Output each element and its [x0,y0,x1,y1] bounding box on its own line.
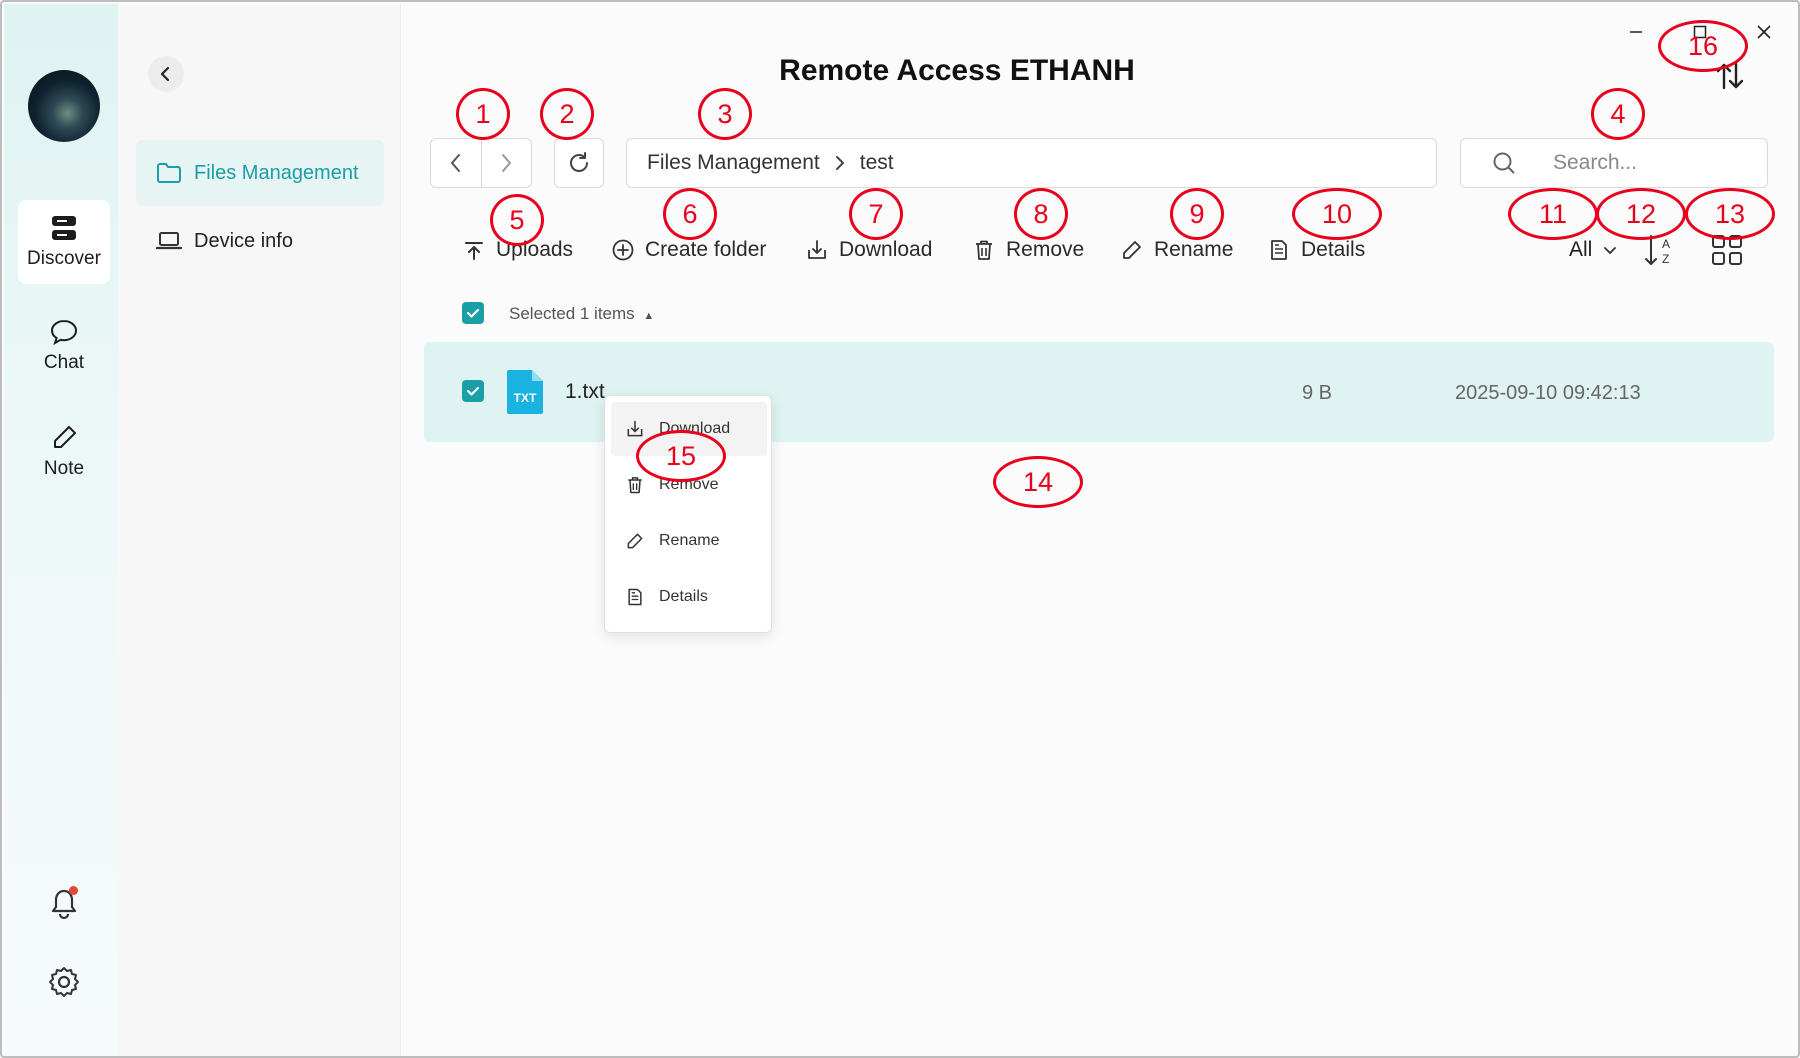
chat-icon [50,319,78,346]
secondary-sidebar: Files Management Device info [118,4,401,1056]
folder-icon [157,163,181,183]
filter-dropdown[interactable]: All [1569,234,1618,266]
annotation-marker: 16 [1658,20,1748,72]
filter-value: All [1569,238,1593,261]
annotation-marker: 12 [1596,188,1686,240]
gear-icon [49,967,79,997]
search-icon [1493,152,1515,174]
file-size: 9 B [1302,382,1333,404]
file-type-badge: TXT [514,391,537,405]
minimize-button[interactable] [1616,12,1656,52]
remove-button[interactable]: Remove [972,234,1084,266]
rename-button[interactable]: Rename [1120,234,1233,266]
back-button[interactable] [148,56,184,92]
svg-text:Z: Z [1662,252,1669,266]
close-button[interactable] [1744,12,1784,52]
chevron-right-icon [502,154,512,172]
download-icon [808,240,826,259]
file-name: 1.txt [565,380,605,403]
remove-label: Remove [1006,238,1085,261]
pencil-icon [627,533,643,549]
annotation-marker: 1 [456,88,510,140]
download-label: Download [839,238,933,261]
chevron-down-icon [1604,247,1617,255]
sidebar-item-label: Files Management [194,161,359,184]
rail-item-note[interactable]: Note [18,410,110,494]
document-icon [628,588,642,606]
refresh-button[interactable] [554,138,604,188]
checkmark-icon [466,386,480,396]
annotation-marker: 3 [698,88,752,140]
nav-back-button[interactable] [431,139,481,187]
bell-icon [51,889,77,920]
row-checkbox[interactable] [462,380,484,402]
rename-label: Rename [1154,238,1234,261]
create-folder-label: Create folder [645,238,767,261]
app-window: Discover Chat Note Files Management Devi… [0,0,1800,1058]
trash-icon [976,240,992,260]
sidebar-item-files-management[interactable]: Files Management [136,140,384,206]
breadcrumb: Files Management test [626,138,1437,188]
annotation-marker: 5 [490,194,544,246]
settings-button[interactable] [44,962,84,1002]
rail-label-chat: Chat [43,352,85,373]
sidebar-item-device-info[interactable]: Device info [136,208,384,274]
caret-up-icon: ▲ [643,310,655,322]
close-icon [1757,25,1771,39]
chevron-left-icon [160,66,170,82]
selection-label: Selected 1 items [509,304,635,323]
upload-icon [465,242,483,260]
discover-icon [52,216,76,240]
details-label: Details [1301,238,1366,261]
file-modified: 2025-09-10 09:42:13 [1455,382,1641,404]
search-box [1460,138,1768,188]
annotation-marker: 7 [849,188,903,240]
chevron-left-icon [450,154,460,172]
annotation-marker: 11 [1508,188,1598,240]
annotation-marker: 15 [636,430,726,482]
txt-file-icon: TXT [507,370,543,414]
history-nav-group [430,138,532,188]
note-icon [54,426,76,448]
annotation-marker: 6 [663,188,717,240]
annotation-marker: 14 [993,456,1083,508]
rail-item-discover[interactable]: Discover [18,200,110,284]
annotation-marker: 9 [1170,188,1224,240]
annotation-marker: 2 [540,88,594,140]
context-menu-rename[interactable]: Rename [611,514,767,568]
select-all-checkbox[interactable] [462,302,484,324]
pencil-icon [1123,241,1141,259]
svg-text:A: A [1662,237,1670,251]
download-icon [627,420,643,437]
rail-item-chat[interactable]: Chat [18,304,110,388]
selection-count[interactable]: Selected 1 items ▲ [509,304,654,324]
add-folder-icon [612,239,634,261]
annotation-marker: 10 [1292,188,1382,240]
context-menu-details[interactable]: Details [611,570,767,624]
app-rail: Discover Chat Note [4,4,118,1056]
sidebar-item-label: Device info [194,229,293,252]
laptop-icon [156,232,182,250]
breadcrumb-root[interactable]: Files Management [647,151,820,175]
document-icon [1271,240,1287,260]
annotation-marker: 4 [1591,88,1645,140]
notifications-button[interactable] [44,884,84,924]
annotation-marker: 8 [1014,188,1068,240]
minimize-icon [1630,31,1642,33]
nav-forward-button[interactable] [480,139,532,187]
avatar[interactable] [28,70,100,142]
refresh-icon [570,152,588,172]
search-input[interactable] [1553,151,1753,175]
notification-badge [69,886,78,895]
breadcrumb-current[interactable]: test [860,151,894,175]
rail-label-note: Note [43,458,85,479]
annotation-marker: 13 [1685,188,1775,240]
chevron-right-icon [835,156,845,170]
page-title: Remote Access ETHANH [779,54,1135,87]
context-menu-label: Rename [659,532,720,549]
rail-label-discover: Discover [27,248,101,269]
trash-icon [628,477,642,494]
context-menu-label: Details [659,588,708,605]
checkmark-icon [466,308,480,318]
